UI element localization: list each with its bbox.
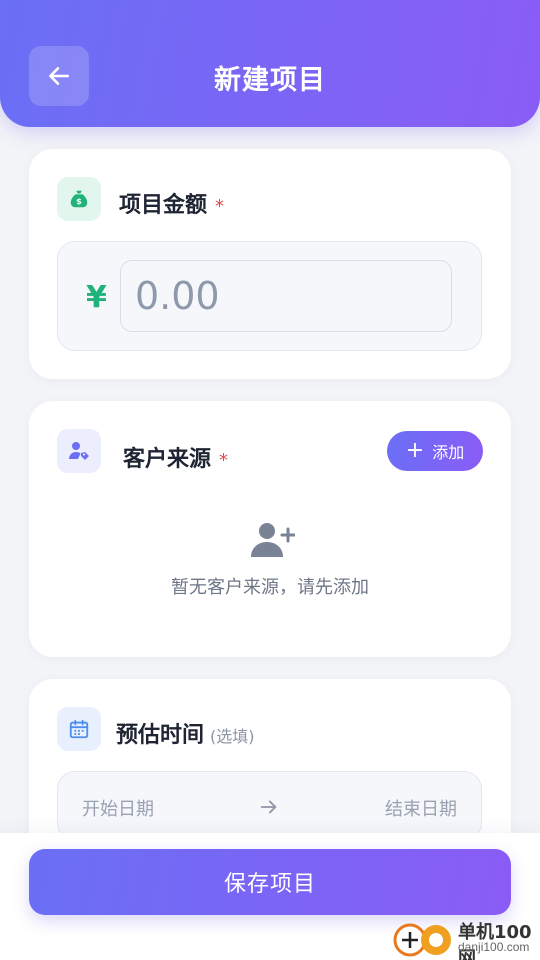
money-bag-icon: $ [70, 190, 88, 208]
currency-symbol: ¥ [86, 280, 107, 315]
required-mark: * [215, 196, 225, 217]
end-date-field[interactable]: 结束日期 [385, 795, 457, 821]
user-tag-icon [69, 442, 89, 460]
header-bar: 新建项目 [0, 0, 540, 127]
empty-state-text: 暂无客户来源，请先添加 [171, 577, 369, 598]
amount-field-container: ¥ [57, 241, 482, 351]
optional-label: (选填) [210, 727, 255, 746]
amount-icon-wrap: $ [57, 177, 101, 221]
start-date-field[interactable]: 开始日期 [82, 795, 154, 821]
add-customer-button[interactable]: + 添加 [387, 431, 483, 471]
time-icon-wrap [57, 707, 101, 751]
customer-icon-wrap [57, 429, 101, 473]
add-button-label: 添加 [432, 443, 465, 462]
required-mark: * [219, 450, 229, 471]
customer-title-text: 客户来源 [123, 447, 212, 472]
date-range-picker: 开始日期 结束日期 [57, 771, 482, 841]
save-project-button[interactable]: 保存项目 [29, 849, 511, 915]
time-title: 预估时间 (选填) [116, 717, 255, 749]
arrow-right-icon [260, 800, 277, 814]
amount-card: $ 项目金额 * ¥ [29, 149, 511, 379]
watermark-en: danji100.com [458, 940, 530, 954]
customer-source-card: 客户来源 * + 添加 暂无客户来源，请先添加 [29, 401, 511, 657]
user-plus-icon [251, 523, 295, 557]
customer-title: 客户来源 * [123, 441, 228, 473]
calendar-icon [69, 719, 89, 739]
plus-icon: + [405, 438, 425, 463]
svg-text:$: $ [76, 196, 82, 206]
amount-title: 项目金额 * [119, 187, 224, 219]
amount-input[interactable] [120, 260, 452, 332]
page-title: 新建项目 [214, 65, 326, 96]
site-watermark: 单机100网 danji100.com [392, 916, 540, 960]
amount-title-text: 项目金额 [119, 193, 208, 218]
time-title-text: 预估时间 [116, 723, 205, 748]
watermark-logo-icon [393, 923, 451, 957]
